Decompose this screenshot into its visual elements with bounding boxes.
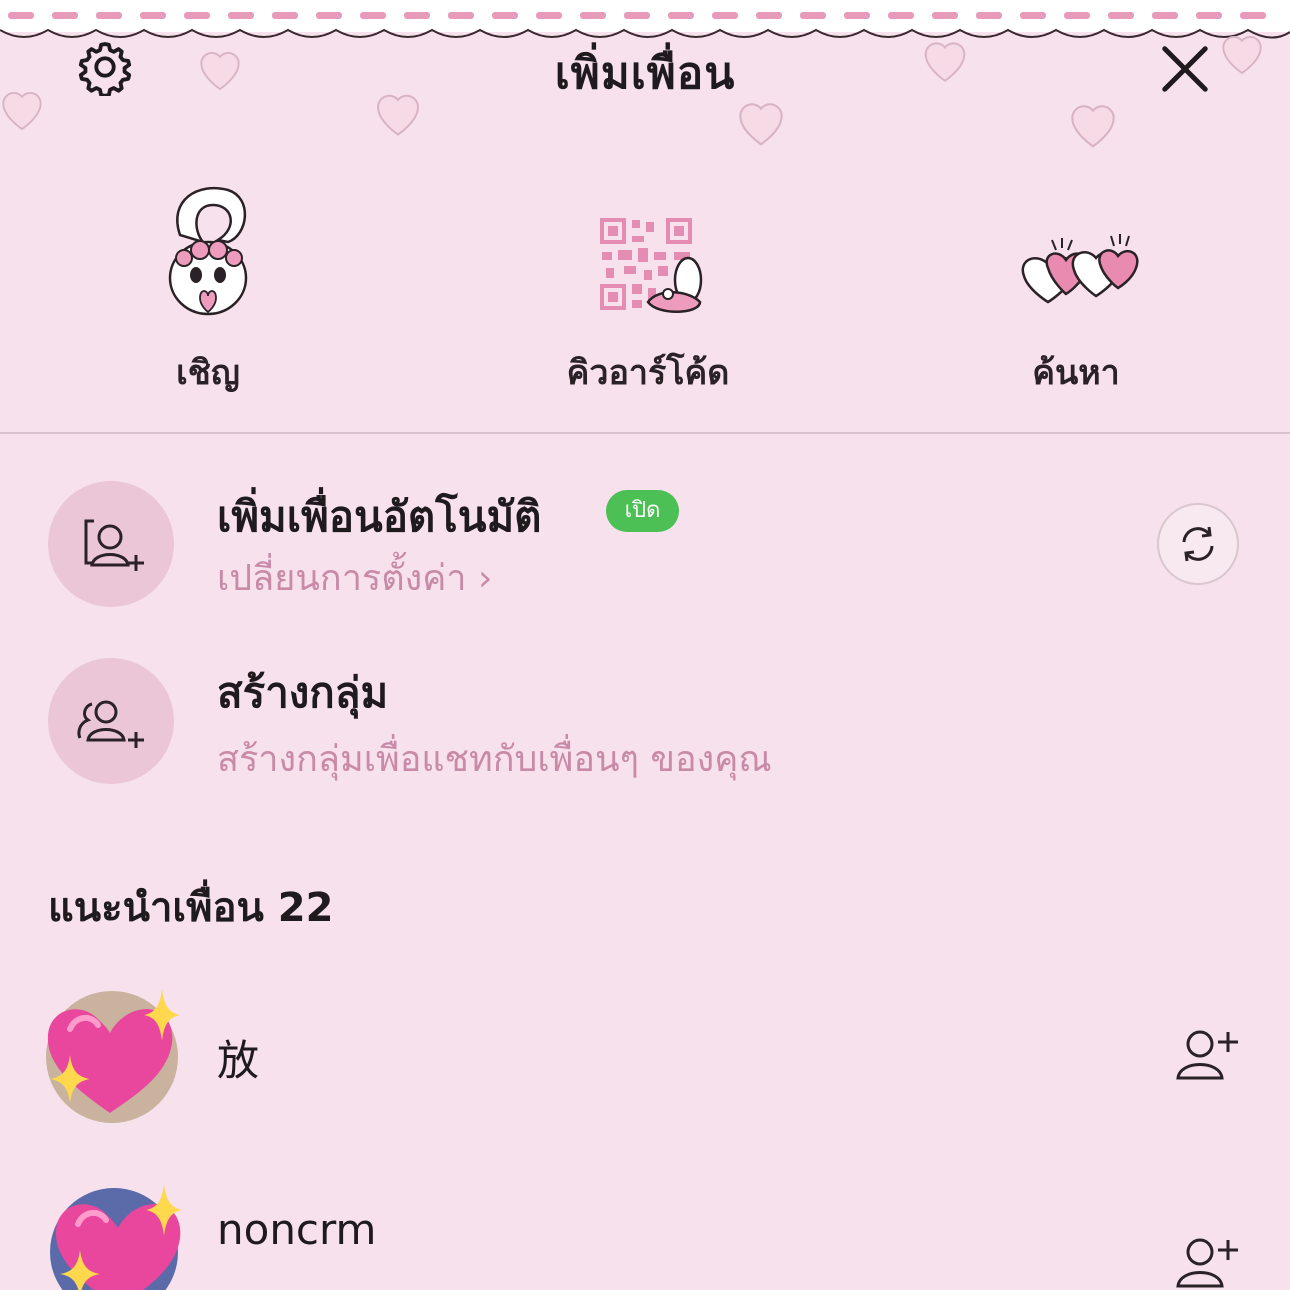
add-friend-icon[interactable] [1170,1234,1242,1290]
refresh-button[interactable] [1157,503,1239,585]
friend-name[interactable]: 放 [217,1027,259,1088]
sparkling-heart-icon [50,1184,182,1290]
page-title: เพิ่มเพื่อน [554,48,736,99]
friend-name[interactable]: noncrm [217,1205,376,1254]
status-badge: เปิด [606,490,679,532]
avatar[interactable] [40,985,180,1125]
qr-code-label: คิวอาร์โค้ด [566,353,730,393]
avatar[interactable] [48,1180,188,1290]
section-divider [0,432,1290,434]
create-group-subtitle: สร้างกลุ่มเพื่อแชทกับเพื่อนๆ ของคุณ [217,739,772,780]
close-icon[interactable] [1158,42,1212,96]
group-add-icon[interactable] [48,658,174,784]
refresh-icon [1182,526,1214,562]
auto-add-title: เพิ่มเพื่อนอัตโนมัติ [217,492,542,541]
create-group-title[interactable]: สร้างกลุ่ม [217,660,388,726]
search-button[interactable]: ค้นหา [956,180,1196,400]
suggested-friends-header: แนะนำเพื่อน 22 [48,885,334,931]
bunny-mascot-icon [168,186,248,316]
heart-balloons-icon [1021,234,1139,304]
change-settings-link[interactable]: เปลี่ยนการตั้งค่า › [217,549,492,606]
add-friend-icon[interactable] [1170,1026,1242,1082]
invite-button[interactable]: เชิญ [88,180,328,400]
invite-label: เชิญ [176,353,240,393]
search-label: ค้นหา [1032,353,1120,393]
qr-code-button[interactable]: คิวอาร์โค้ด [528,180,768,400]
qr-code-icon [600,218,703,313]
sparkling-heart-icon [46,989,180,1123]
auto-add-friend-icon[interactable] [48,481,174,607]
